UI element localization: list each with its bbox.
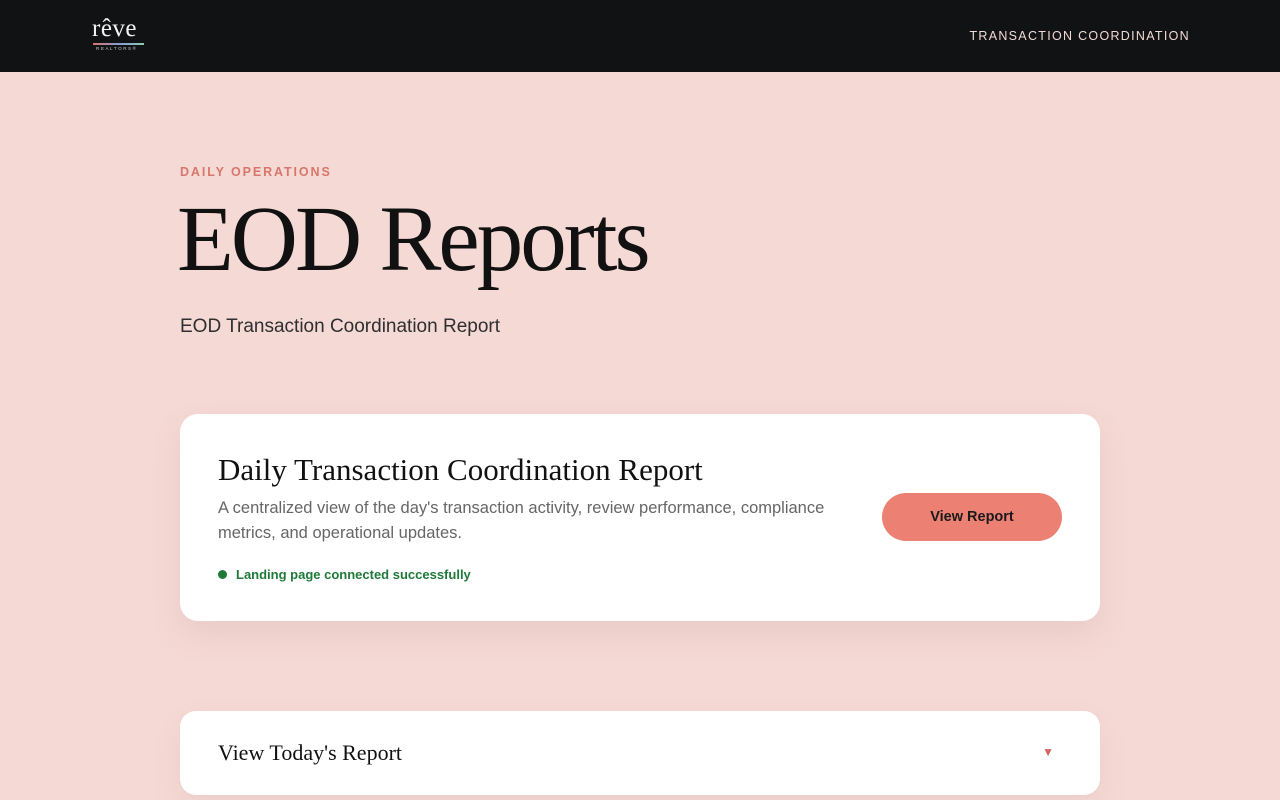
status-text: Landing page connected successfully (236, 567, 471, 582)
view-todays-report-accordion[interactable]: View Today's Report ▼ (180, 711, 1100, 795)
report-card: Daily Transaction Coordination Report A … (180, 414, 1100, 621)
caret-down-icon: ▼ (1042, 745, 1054, 759)
page-title: EOD Reports (177, 188, 651, 291)
section-eyebrow: DAILY OPERATIONS (180, 165, 332, 179)
accordion-title: View Today's Report (218, 740, 403, 765)
report-card-description: A centralized view of the day's transact… (218, 499, 825, 542)
report-card-title: Daily Transaction Coordination Report (218, 452, 703, 487)
logo-accent-line (93, 43, 144, 45)
reve-realtors-logo[interactable]: rêve REALTORS® (92, 14, 146, 54)
logo-wordmark: rêve (92, 15, 138, 42)
page-subtitle: EOD Transaction Coordination Report (180, 316, 500, 337)
view-report-button[interactable]: View Report (882, 493, 1062, 541)
top-navigation-bar: rêve REALTORS® TRANSACTION COORDINATION (0, 0, 1280, 72)
logo-subtext: REALTORS® (96, 46, 138, 51)
nav-link-transaction-coordination[interactable]: TRANSACTION COORDINATION (969, 29, 1190, 43)
status-dot-icon (218, 570, 227, 579)
